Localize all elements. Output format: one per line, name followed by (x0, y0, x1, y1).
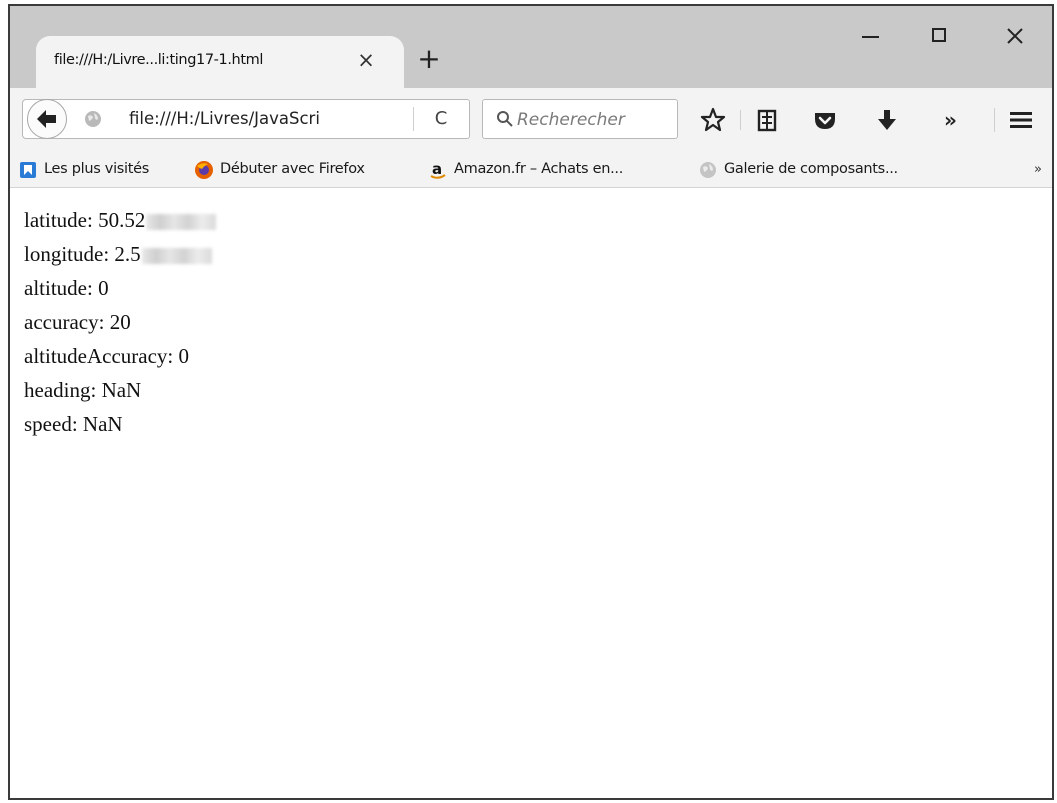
tab-close-icon[interactable]: × (354, 48, 378, 72)
altitude-line: altitude: 0 (24, 276, 109, 301)
accuracy-value: 20 (109, 310, 131, 334)
longitude-line: longitude: 2.5 (24, 242, 212, 267)
bookmarks-toolbar: Les plus visités Débuter avec Firefox a … (10, 152, 1052, 188)
longitude-value: 2.5 (114, 242, 141, 266)
amazon-icon: a (430, 160, 446, 179)
bookmark-label: Galerie de composants... (724, 161, 898, 177)
active-tab[interactable]: file:///H:/Livre...li:ting17-1.html × (36, 36, 404, 88)
close-window-button[interactable] (992, 16, 1038, 56)
back-button[interactable] (27, 99, 67, 139)
speed-line: speed: NaN (24, 412, 123, 437)
bookmark-galerie-de-composants[interactable]: Galerie de composants... (698, 158, 958, 182)
bookmarks-overflow-icon[interactable]: » (1034, 162, 1042, 177)
bookmark-label: Débuter avec Firefox (220, 161, 365, 177)
tab-title: file:///H:/Livre...li:ting17-1.html (54, 52, 263, 68)
redacted-block (141, 248, 212, 265)
pocket-icon[interactable] (810, 105, 840, 135)
globe-gray-icon (700, 162, 716, 178)
heading-label: heading: (24, 378, 97, 402)
altitude-value: 0 (98, 276, 109, 300)
heading-line: heading: NaN (24, 378, 141, 403)
title-bar: file:///H:/Livre...li:ting17-1.html × + (10, 6, 1052, 88)
bookmark-label: Les plus visités (44, 161, 150, 177)
longitude-label: longitude: (24, 242, 110, 266)
accuracy-line: accuracy: 20 (24, 310, 131, 335)
maximize-icon (932, 28, 946, 42)
altitude-label: altitude: (24, 276, 93, 300)
toolbar-separator (994, 108, 995, 132)
globe-icon (85, 111, 101, 127)
url-bar[interactable]: file:///H:/Livres/JavaScri C (22, 99, 470, 139)
bookmark-blue-icon (20, 162, 36, 178)
search-icon (497, 111, 513, 127)
navigation-toolbar: file:///H:/Livres/JavaScri C Recherecher (10, 88, 1052, 152)
maximize-button[interactable] (916, 16, 962, 56)
latitude-line: latitude: 50.52 (24, 208, 217, 233)
speed-value: NaN (82, 412, 123, 436)
search-placeholder: Recherecher (517, 110, 625, 130)
bookmark-debuter-avec-firefox[interactable]: Débuter avec Firefox (194, 158, 420, 182)
accuracy-label: accuracy: (24, 310, 105, 334)
heading-value: NaN (101, 378, 142, 402)
url-text: file:///H:/Livres/JavaScri (129, 109, 320, 128)
toolbar-overflow-icon[interactable]: » (944, 108, 957, 132)
page-content: latitude: 50.52 longitude: 2.5 altitude:… (10, 188, 1052, 798)
search-bar[interactable]: Recherecher (482, 99, 678, 139)
close-icon (1007, 28, 1023, 44)
altitude-accuracy-line: altitudeAccuracy: 0 (24, 344, 189, 369)
minimize-icon (862, 36, 879, 38)
bookmark-amazon[interactable]: a Amazon.fr – Achats en... (428, 158, 690, 182)
firefox-icon (195, 161, 213, 179)
speed-label: speed: (24, 412, 78, 436)
star-icon[interactable] (698, 105, 728, 135)
back-arrow-icon (37, 110, 56, 128)
download-icon[interactable] (872, 105, 902, 135)
altitude-accuracy-value: 0 (178, 344, 190, 368)
url-divider (413, 107, 414, 131)
reading-list-icon[interactable] (752, 105, 782, 135)
bookmark-label: Amazon.fr – Achats en... (454, 161, 624, 177)
browser-window: file:///H:/Livre...li:ting17-1.html × + (8, 4, 1054, 800)
redacted-block (146, 214, 217, 231)
svg-text:a: a (432, 160, 442, 178)
latitude-label: latitude: (24, 208, 93, 232)
reload-icon[interactable]: C (429, 107, 453, 131)
latitude-value: 50.52 (98, 208, 146, 232)
new-tab-button[interactable]: + (414, 44, 444, 74)
toolbar-separator (740, 110, 741, 130)
menu-icon[interactable] (1006, 105, 1036, 135)
altitude-accuracy-label: altitudeAccuracy: (24, 344, 174, 368)
bookmark-les-plus-visites[interactable]: Les plus visités (18, 158, 188, 182)
minimize-button[interactable] (848, 16, 894, 56)
